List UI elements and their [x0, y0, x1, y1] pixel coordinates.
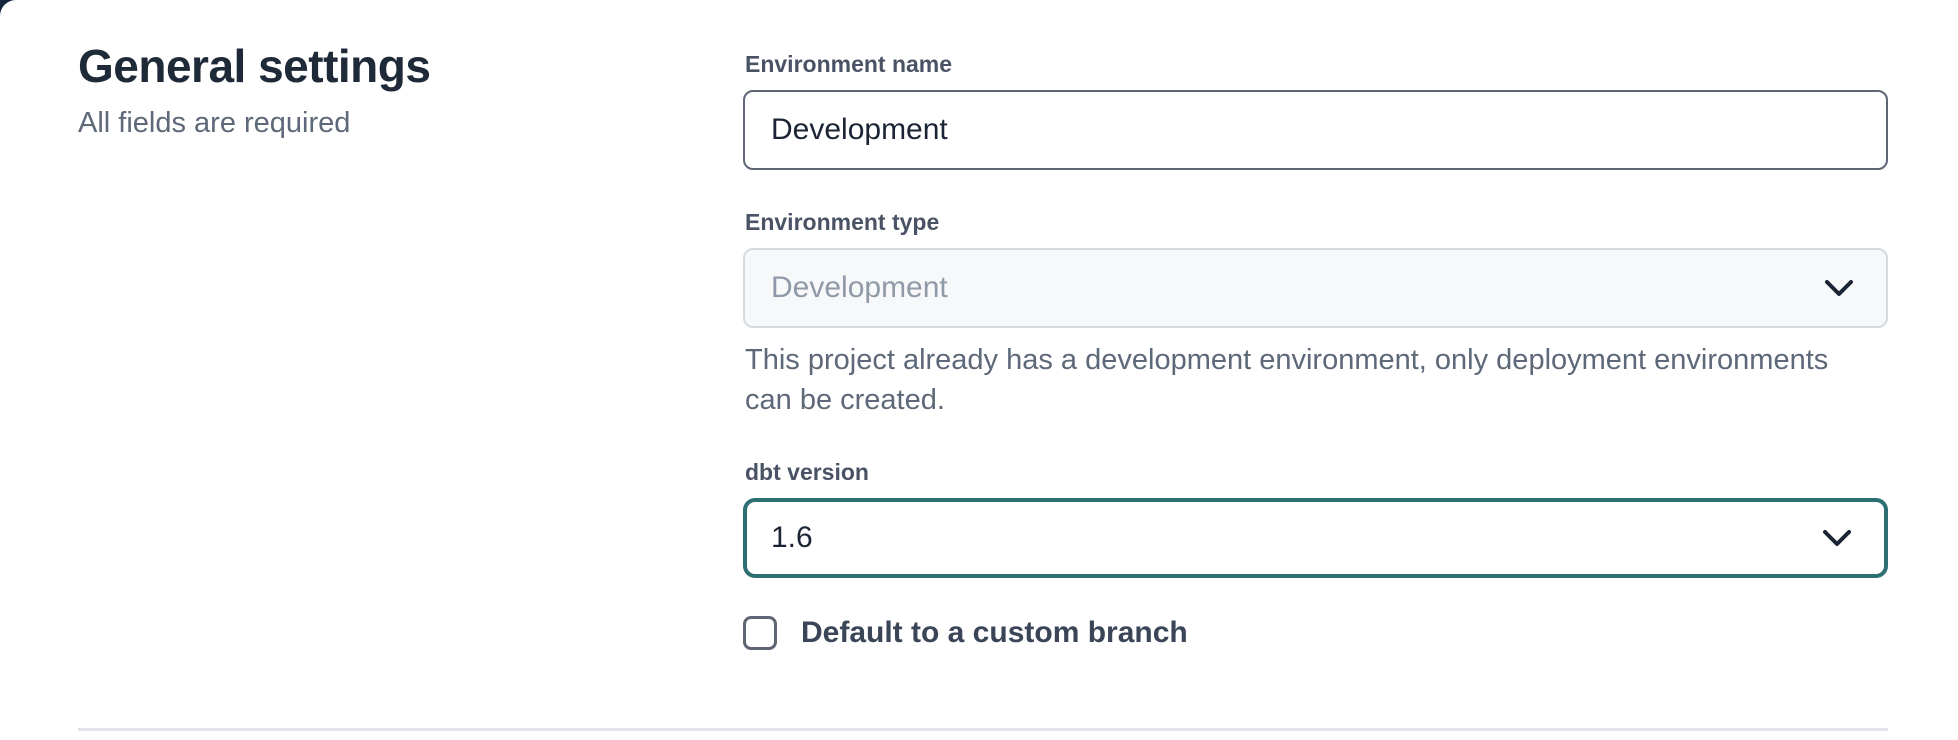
environment-name-label: Environment name	[745, 50, 1888, 78]
dbt-version-select[interactable]: 1.6	[743, 498, 1888, 578]
page-title: General settings	[78, 38, 638, 94]
custom-branch-checkbox[interactable]	[743, 616, 777, 650]
settings-panel: General settings All fields are required…	[0, 0, 1958, 740]
chevron-down-icon	[1820, 527, 1854, 549]
section-intro: General settings All fields are required	[78, 38, 638, 140]
page-subtitle: All fields are required	[78, 106, 638, 140]
settings-form: Environment name Environment type Develo…	[743, 50, 1888, 650]
custom-branch-row: Default to a custom branch	[743, 616, 1888, 650]
chevron-down-icon	[1822, 277, 1856, 299]
environment-type-label: Environment type	[745, 208, 1888, 236]
dbt-version-value: 1.6	[771, 521, 813, 555]
environment-name-input[interactable]	[743, 90, 1888, 170]
environment-type-value: Development	[771, 271, 948, 305]
environment-type-helper: This project already has a development e…	[745, 340, 1865, 420]
environment-settings-page: General settings All fields are required…	[0, 0, 1958, 740]
section-divider	[78, 728, 1888, 731]
custom-branch-label[interactable]: Default to a custom branch	[801, 616, 1188, 650]
environment-type-select: Development	[743, 248, 1888, 328]
dbt-version-label: dbt version	[745, 458, 1888, 486]
